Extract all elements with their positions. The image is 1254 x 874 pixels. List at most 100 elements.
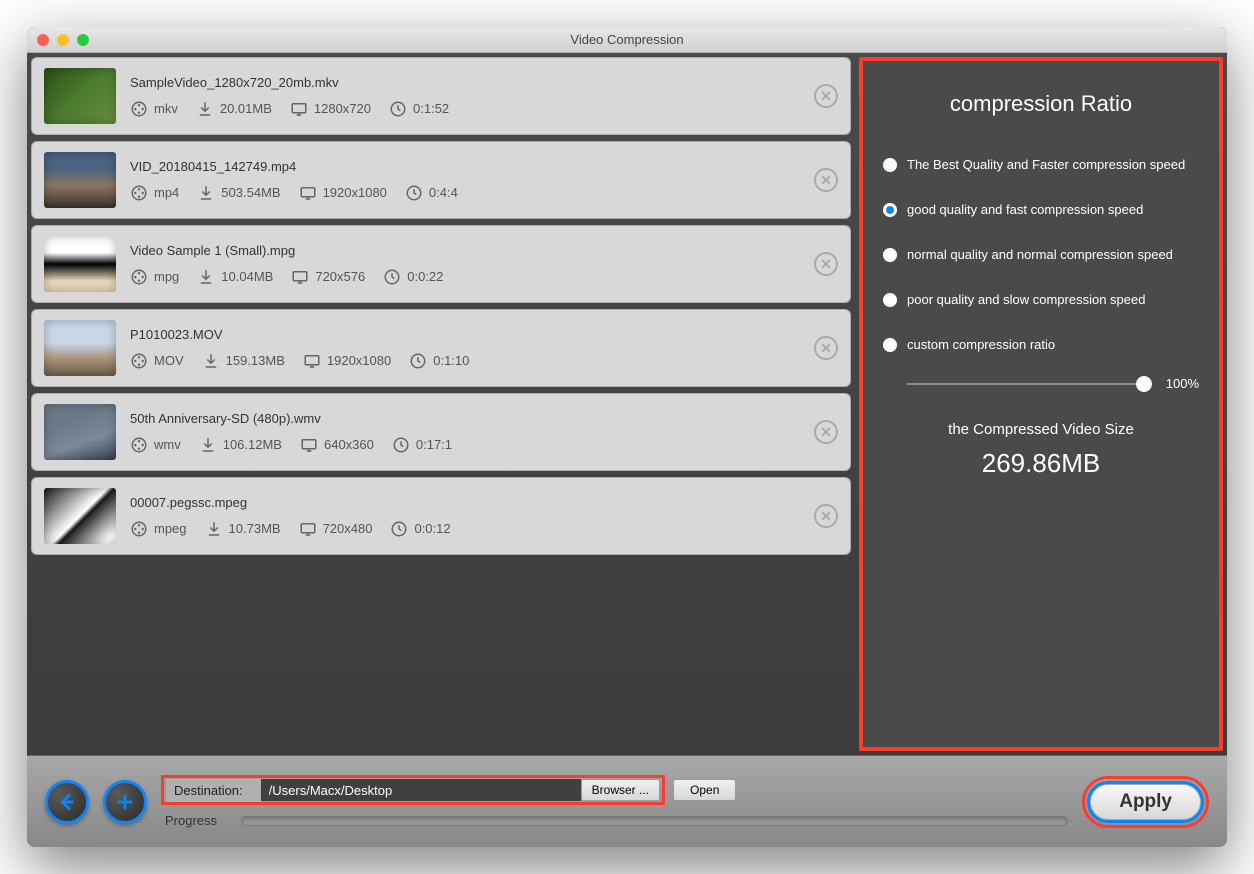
- arrow-left-icon: [56, 791, 78, 813]
- resolution-icon: [299, 184, 317, 202]
- size-icon: [197, 268, 215, 286]
- destination-block: Destination: Browser ...: [161, 775, 665, 805]
- file-info: SampleVideo_1280x720_20mb.mkvmkv20.01MB1…: [130, 75, 800, 118]
- duration-icon: [392, 436, 410, 454]
- ratio-option-label: poor quality and slow compression speed: [907, 292, 1145, 307]
- file-duration: 0:4:4: [405, 184, 458, 202]
- file-format: wmv: [130, 436, 181, 454]
- format-icon: [130, 436, 148, 454]
- file-duration: 0:0:12: [390, 520, 450, 538]
- file-name: 00007.pegssc.mpeg: [130, 495, 800, 510]
- file-resolution: 1280x720: [290, 100, 371, 118]
- ratio-option[interactable]: good quality and fast compression speed: [883, 202, 1199, 217]
- custom-ratio-slider[interactable]: 100%: [883, 376, 1199, 391]
- ratio-option-label: normal quality and normal compression sp…: [907, 247, 1173, 262]
- radio-icon: [883, 293, 897, 307]
- file-info: VID_20180415_142749.mp4 mp4503.54MB1920x1…: [130, 159, 800, 202]
- ratio-option[interactable]: normal quality and normal compression sp…: [883, 247, 1199, 262]
- file-name: VID_20180415_142749.mp4: [130, 159, 800, 174]
- apply-button[interactable]: Apply: [1090, 784, 1201, 820]
- file-meta: MOV159.13MB1920x10800:1:10: [130, 352, 800, 370]
- resolution-icon: [303, 352, 321, 370]
- window-minimize-button[interactable]: [57, 34, 69, 46]
- size-icon: [202, 352, 220, 370]
- file-item[interactable]: P1010023.MOVMOV159.13MB1920x10800:1:10✕: [31, 309, 851, 387]
- remove-file-button[interactable]: ✕: [814, 336, 838, 360]
- file-info: P1010023.MOVMOV159.13MB1920x10800:1:10: [130, 327, 800, 370]
- resolution-icon: [290, 100, 308, 118]
- resolution-icon: [291, 268, 309, 286]
- radio-icon: [883, 158, 897, 172]
- add-button[interactable]: [103, 780, 147, 824]
- radio-icon: [883, 203, 897, 217]
- open-button[interactable]: Open: [673, 779, 736, 801]
- file-size: 10.04MB: [197, 268, 273, 286]
- destination-input[interactable]: [261, 779, 581, 801]
- remove-file-button[interactable]: ✕: [814, 252, 838, 276]
- file-meta: mp4503.54MB1920x10800:4:4: [130, 184, 800, 202]
- file-info: 50th Anniversary-SD (480p).wmv wmv 106.12M…: [130, 411, 800, 454]
- file-name: Video Sample 1 (Small).mpg: [130, 243, 800, 258]
- size-icon: [199, 436, 217, 454]
- file-duration: 0:17:1: [392, 436, 452, 454]
- file-resolution: 1920x1080: [303, 352, 391, 370]
- file-item[interactable]: 50th Anniversary-SD (480p).wmv wmv 106.12M…: [31, 393, 851, 471]
- file-resolution: 640x360: [300, 436, 374, 454]
- file-format: MOV: [130, 352, 184, 370]
- progress-label: Progress: [161, 813, 217, 828]
- file-size: 20.01MB: [196, 100, 272, 118]
- duration-icon: [409, 352, 427, 370]
- plus-icon: [114, 791, 136, 813]
- remove-file-button[interactable]: ✕: [814, 504, 838, 528]
- ratio-options: The Best Quality and Faster compression …: [883, 157, 1199, 352]
- back-button[interactable]: [45, 780, 89, 824]
- file-format: mpg: [130, 268, 179, 286]
- size-icon: [196, 100, 214, 118]
- progress-row: Progress: [161, 813, 1068, 828]
- file-format: mp4: [130, 184, 179, 202]
- file-meta: mpg 10.04MB 720x576 0:0:22: [130, 268, 800, 286]
- file-resolution: 720x576: [291, 268, 365, 286]
- duration-icon: [389, 100, 407, 118]
- size-icon: [197, 184, 215, 202]
- window-close-button[interactable]: [37, 34, 49, 46]
- file-name: 50th Anniversary-SD (480p).wmv: [130, 411, 800, 426]
- slider-thumb[interactable]: [1136, 376, 1152, 392]
- remove-file-button[interactable]: ✕: [814, 84, 838, 108]
- format-icon: [130, 352, 148, 370]
- file-duration: 0:0:22: [383, 268, 443, 286]
- file-item[interactable]: VID_20180415_142749.mp4 mp4503.54MB1920x1…: [31, 141, 851, 219]
- file-thumbnail: [44, 152, 116, 208]
- slider-value: 100%: [1166, 376, 1199, 391]
- compression-panel: compression Ratio The Best Quality and F…: [859, 57, 1223, 751]
- file-item[interactable]: Video Sample 1 (Small).mpg mpg 10.04MB 720x…: [31, 225, 851, 303]
- slider-track[interactable]: [907, 383, 1152, 385]
- radio-icon: [883, 248, 897, 262]
- traffic-lights: [37, 34, 89, 46]
- file-duration: 0:1:52: [389, 100, 449, 118]
- file-name: SampleVideo_1280x720_20mb.mkv: [130, 75, 800, 90]
- apply-highlight: Apply: [1082, 776, 1209, 828]
- file-size: 10.73MB: [205, 520, 281, 538]
- duration-icon: [390, 520, 408, 538]
- file-item[interactable]: 00007.pegssc.mpegmpeg10.73MB720x4800:0:1…: [31, 477, 851, 555]
- compressed-size-label: the Compressed Video Size: [883, 421, 1199, 438]
- app-window: Video Compression SampleVideo_1280x720_2…: [27, 27, 1227, 847]
- ratio-option[interactable]: The Best Quality and Faster compression …: [883, 157, 1199, 172]
- file-thumbnail: [44, 320, 116, 376]
- ratio-option[interactable]: poor quality and slow compression speed: [883, 292, 1199, 307]
- progress-bar: [241, 816, 1068, 826]
- browser-button[interactable]: Browser ...: [581, 779, 660, 801]
- window-zoom-button[interactable]: [77, 34, 89, 46]
- format-icon: [130, 520, 148, 538]
- remove-file-button[interactable]: ✕: [814, 168, 838, 192]
- file-duration: 0:1:10: [409, 352, 469, 370]
- duration-icon: [383, 268, 401, 286]
- file-meta: wmv 106.12MB 640x360 0:17:1: [130, 436, 800, 454]
- content-area: SampleVideo_1280x720_20mb.mkvmkv20.01MB1…: [27, 53, 1227, 755]
- remove-file-button[interactable]: ✕: [814, 420, 838, 444]
- ratio-option-label: custom compression ratio: [907, 337, 1055, 352]
- file-size: 106.12MB: [199, 436, 282, 454]
- file-item[interactable]: SampleVideo_1280x720_20mb.mkvmkv20.01MB1…: [31, 57, 851, 135]
- ratio-option[interactable]: custom compression ratio: [883, 337, 1199, 352]
